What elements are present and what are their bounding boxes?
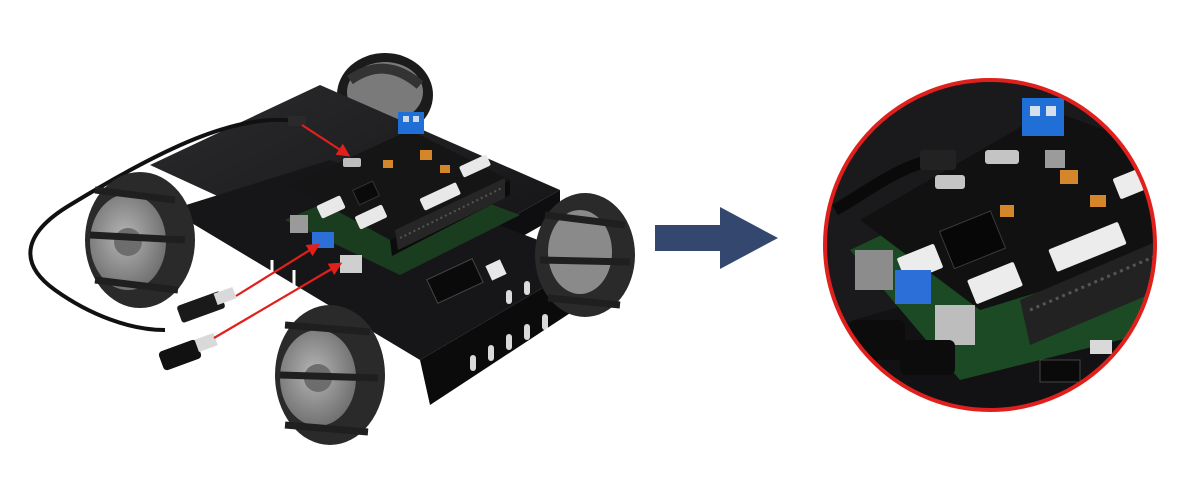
product-illustration: [0, 0, 1200, 500]
usb2-port: [340, 255, 362, 273]
terminal-block-zoom: [1022, 98, 1064, 136]
usb-c-port: [343, 158, 361, 167]
ethernet-port-zoom: [855, 250, 893, 290]
mecanum-wheel-front-left: [85, 172, 195, 308]
component: [420, 150, 432, 160]
mecanum-wheel-front-right: [275, 305, 385, 445]
usb-c-port-zoom: [985, 150, 1019, 164]
usb-dongle-zoom: [850, 320, 905, 360]
mecanum-wheel-rear-right: [535, 193, 635, 317]
usb-receiver-dongle: [177, 286, 237, 323]
right-arrow-icon: [655, 207, 778, 269]
usb3-port-zoom: [895, 270, 931, 304]
usb-wireless-adapter: [158, 332, 218, 371]
ethernet-port: [290, 215, 308, 233]
illustration-canvas: [28, 53, 1157, 445]
terminal-block: [398, 112, 424, 134]
magnified-detail: [823, 78, 1157, 412]
robot-car: [28, 53, 635, 445]
usb-c-plug: [288, 116, 306, 126]
usb2-port-zoom: [935, 305, 975, 345]
